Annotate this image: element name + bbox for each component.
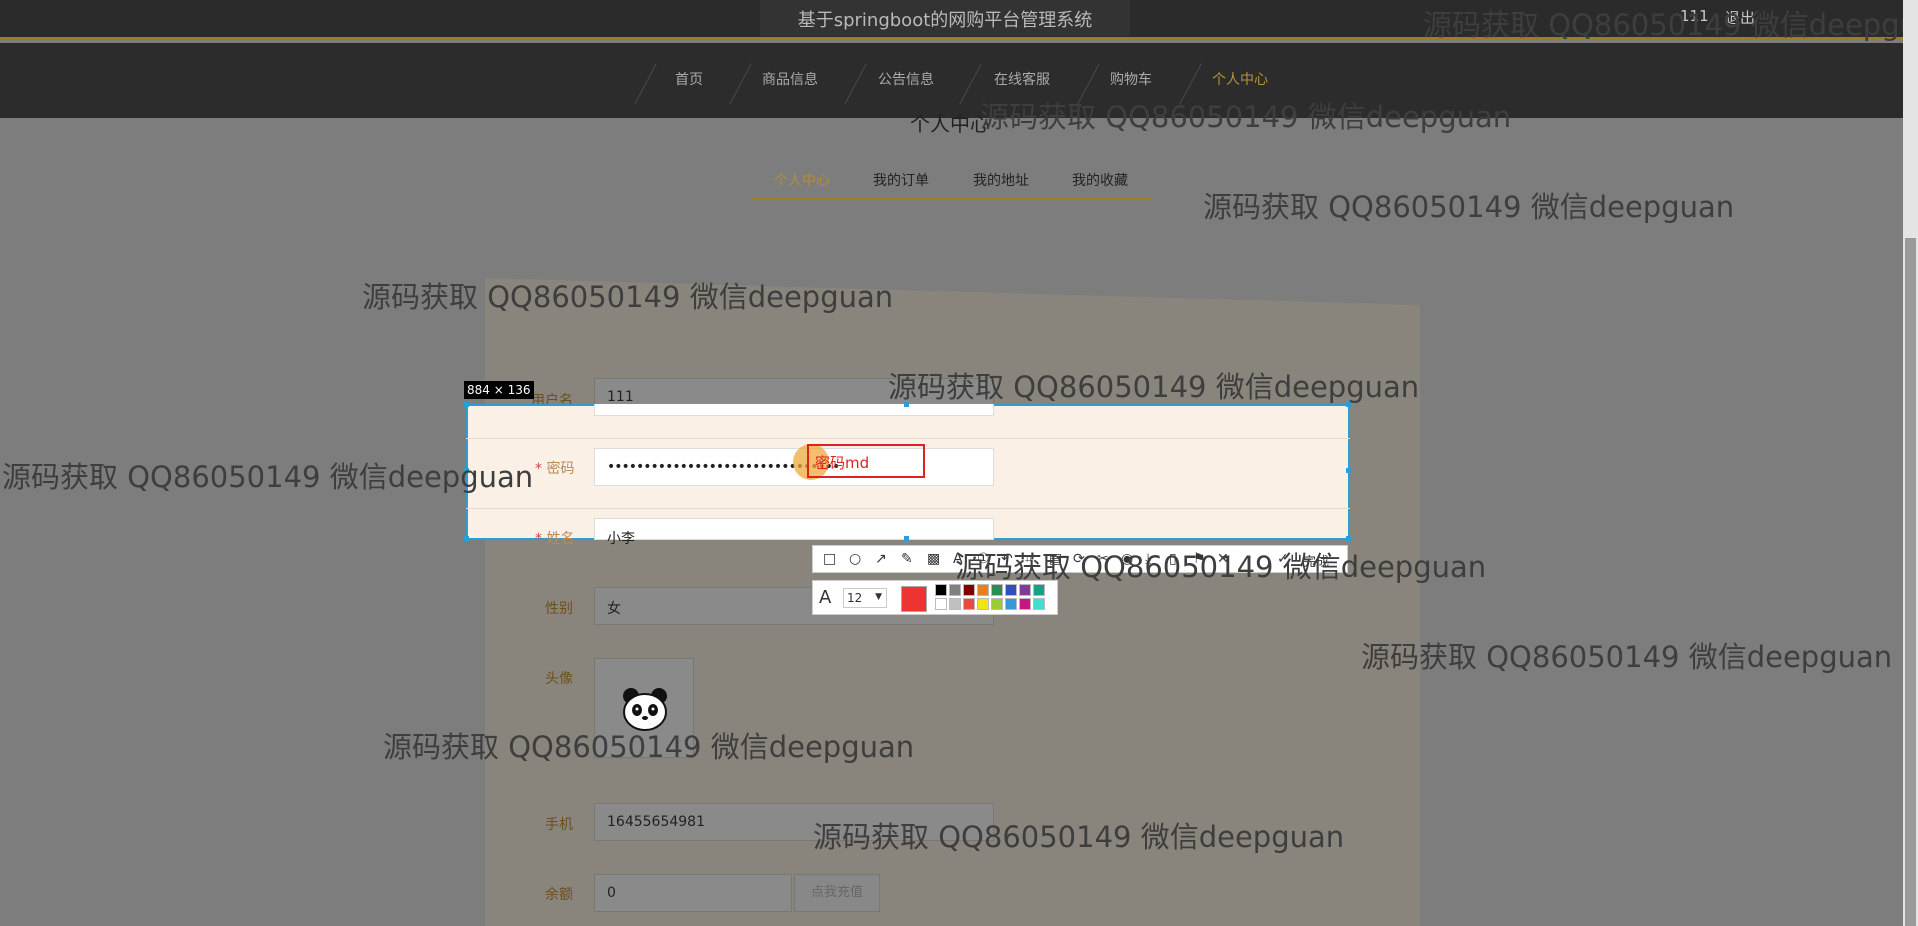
color-swatch[interactable] bbox=[1019, 598, 1031, 610]
watermark-text: 源码获取 QQ86050149 微信deepguan bbox=[955, 550, 1487, 584]
watermark-text: 源码获取 QQ86050149 微信deepguan bbox=[383, 730, 915, 764]
color-swatch[interactable] bbox=[935, 598, 947, 610]
rectangle-tool-icon[interactable]: □ bbox=[823, 551, 836, 567]
ellipse-tool-icon[interactable]: ○ bbox=[849, 551, 861, 567]
tab-profile[interactable]: 个人中心 bbox=[774, 170, 830, 190]
profile-tabs: 个人中心 我的订单 我的地址 我的收藏 bbox=[752, 164, 1152, 200]
watermark-text: 源码获取 QQ86050149 微信deepguan bbox=[813, 820, 1345, 854]
nav-divider bbox=[959, 63, 982, 105]
page-title: 个人中心 bbox=[910, 112, 990, 136]
resize-handle[interactable] bbox=[904, 536, 909, 541]
resize-handle[interactable] bbox=[464, 402, 469, 407]
watermark-text: 源码获取 QQ86050149 微信deepguan bbox=[2, 460, 534, 494]
resize-handle[interactable] bbox=[464, 536, 469, 541]
chevron-down-icon: ▼ bbox=[875, 592, 882, 602]
title-box: 基于springboot的网购平台管理系统 bbox=[760, 0, 1130, 36]
resize-handle[interactable] bbox=[1346, 536, 1351, 541]
name-field[interactable]: 小李 bbox=[594, 518, 994, 547]
font-icon: A bbox=[819, 587, 832, 608]
current-color-swatch[interactable] bbox=[901, 586, 927, 612]
tab-orders[interactable]: 我的订单 bbox=[873, 170, 929, 190]
color-swatch[interactable] bbox=[1033, 598, 1045, 610]
resize-handle[interactable] bbox=[1346, 468, 1351, 473]
balance-field: 0 bbox=[594, 874, 792, 912]
site-title: 基于springboot的网购平台管理系统 bbox=[797, 10, 1093, 31]
tab-favorites[interactable]: 我的收藏 bbox=[1072, 170, 1128, 190]
vertical-scrollbar[interactable] bbox=[1903, 0, 1918, 926]
phone-label: 手机 bbox=[545, 817, 573, 833]
color-swatch[interactable] bbox=[963, 598, 975, 610]
color-swatch[interactable] bbox=[949, 598, 961, 610]
watermark-text: 源码获取 QQ86050149 微信deepguan bbox=[1203, 190, 1735, 224]
color-swatch[interactable] bbox=[1005, 598, 1017, 610]
tab-addresses[interactable]: 我的地址 bbox=[973, 170, 1029, 190]
balance-label: 余额 bbox=[545, 887, 573, 903]
pen-tool-icon[interactable]: ✎ bbox=[901, 551, 913, 567]
watermark-text: 源码获取 QQ86050149 微信deepguan bbox=[888, 370, 1420, 404]
password-label: * 密码 bbox=[535, 461, 575, 477]
nav-item-home[interactable]: 首页 bbox=[675, 69, 703, 89]
color-swatch[interactable] bbox=[935, 584, 947, 596]
nav-item-profile[interactable]: 个人中心 bbox=[1212, 69, 1268, 89]
avatar-label: 头像 bbox=[545, 671, 573, 687]
watermark-text: 源码获取 QQ86050149 微信deepguan bbox=[1423, 8, 1918, 42]
font-size-select[interactable]: 12 ▼ bbox=[843, 588, 887, 608]
nav-divider bbox=[634, 63, 657, 105]
mosaic-tool-icon[interactable]: ▩ bbox=[927, 551, 940, 567]
arrow-tool-icon[interactable]: ↗ bbox=[875, 551, 887, 567]
watermark-text: 源码获取 QQ86050149 微信deepguan bbox=[1361, 640, 1893, 674]
name-label: * 姓名 bbox=[535, 531, 575, 547]
watermark-text: 源码获取 QQ86050149 微信deepguan bbox=[980, 100, 1512, 134]
nav-item-cart[interactable]: 购物车 bbox=[1110, 69, 1152, 89]
watermark-text: 源码获取 QQ86050149 微信deepguan bbox=[362, 280, 894, 314]
recharge-button[interactable]: 点我充值 bbox=[794, 874, 880, 912]
nav-item-announcements[interactable]: 公告信息 bbox=[878, 69, 934, 89]
nav-divider bbox=[844, 63, 867, 105]
row-divider bbox=[466, 508, 1350, 509]
color-swatch[interactable] bbox=[977, 598, 989, 610]
gender-label: 性别 bbox=[545, 601, 573, 617]
nav-item-products[interactable]: 商品信息 bbox=[762, 69, 818, 89]
color-swatch[interactable] bbox=[991, 598, 1003, 610]
main-nav: 首页 商品信息 公告信息 在线客服 购物车 个人中心 bbox=[0, 43, 1918, 118]
nav-item-online-service[interactable]: 在线客服 bbox=[994, 69, 1050, 89]
row-divider bbox=[466, 438, 1350, 439]
nav-divider bbox=[729, 63, 752, 105]
annotation-text-box[interactable]: 密码md bbox=[807, 444, 925, 478]
scrollbar-thumb[interactable] bbox=[1905, 238, 1916, 926]
selection-size-label: 884 × 136 bbox=[464, 381, 534, 399]
